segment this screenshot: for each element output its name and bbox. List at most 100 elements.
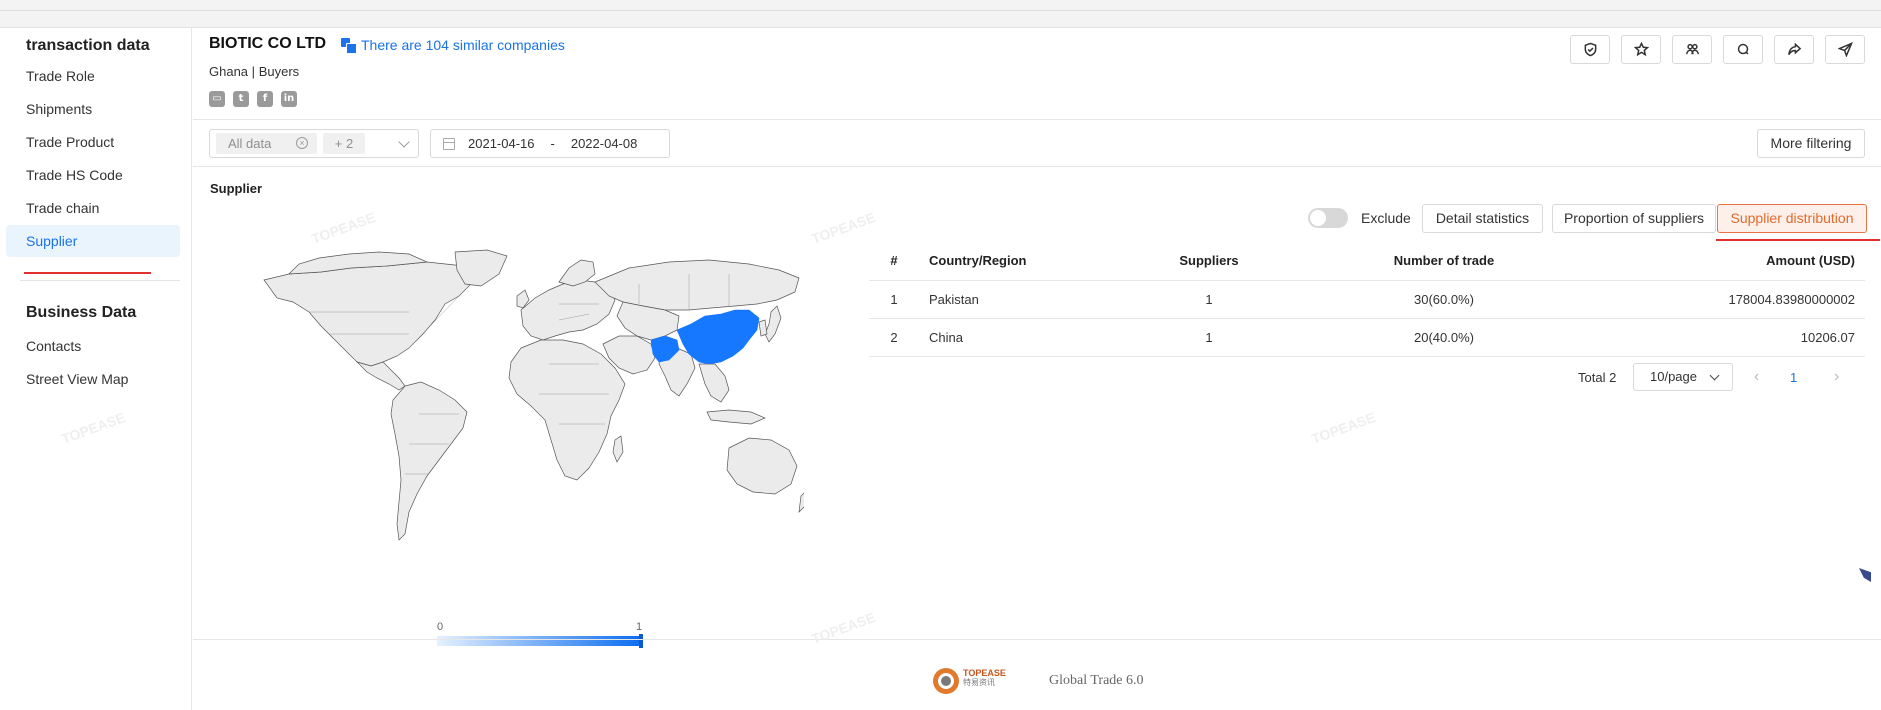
supplier-distribution-button[interactable]: Supplier distribution: [1717, 204, 1867, 233]
page-size-value: 10/page: [1650, 369, 1697, 384]
sidebar-item-contacts[interactable]: Contacts: [6, 330, 180, 362]
exclude-toggle[interactable]: [1308, 208, 1348, 228]
data-source-select[interactable]: All data × + 2: [209, 129, 419, 158]
contacts-button[interactable]: [1672, 35, 1712, 64]
close-icon[interactable]: ×: [296, 137, 308, 149]
date-start[interactable]: 2021-04-16: [468, 136, 535, 151]
sidebar-item-trade-product[interactable]: Trade Product: [6, 126, 180, 158]
sidebar-item-trade-hs-code[interactable]: Trade HS Code: [6, 159, 180, 191]
main-content: BIOTIC CO LTD There are 104 similar comp…: [193, 28, 1881, 710]
copy-icon: [341, 38, 357, 54]
legend-gradient: [437, 636, 642, 646]
cell-amount: 178004.83980000002: [1609, 280, 1865, 319]
cell-number-of-trade: 20(40.0%): [1279, 318, 1609, 357]
shield-icon: [1584, 42, 1596, 57]
chevron-down-icon: [1709, 370, 1720, 381]
share-button[interactable]: [1774, 35, 1814, 64]
pagination-total: Total 2: [1578, 370, 1617, 385]
map-region-africa: [508, 339, 626, 481]
filter-divider: [193, 166, 1881, 167]
sidebar: transaction data Trade Role Shipments Tr…: [0, 28, 192, 710]
product-version: Global Trade 6.0: [1049, 673, 1144, 688]
map-region-madagascar: [612, 435, 624, 463]
date-separator: -: [550, 136, 555, 151]
detail-statistics-button[interactable]: Detail statistics: [1422, 204, 1543, 233]
cell-suppliers: 1: [1139, 318, 1279, 357]
subinfo-separator: |: [251, 64, 256, 79]
cursor-icon: [1859, 568, 1871, 582]
active-tab-indicator: [1716, 239, 1880, 241]
star-icon: [1633, 42, 1649, 57]
share-icon: [1787, 42, 1801, 56]
facebook-icon[interactable]: f: [257, 91, 273, 107]
social-links: ▭ t f in: [209, 91, 297, 107]
date-end[interactable]: 2022-04-08: [571, 136, 638, 151]
cell-index: 1: [869, 280, 919, 319]
exclude-label: Exclude: [1361, 210, 1411, 226]
column-header-suppliers[interactable]: Suppliers: [1139, 242, 1279, 281]
company-country: Ghana: [209, 64, 249, 79]
company-role: Buyers: [258, 64, 300, 79]
cell-country: Pakistan: [919, 280, 1139, 319]
section-title: Supplier: [210, 181, 263, 196]
column-header-number-of-trade[interactable]: Number of trade: [1279, 242, 1609, 281]
topease-logo: [933, 668, 959, 694]
table-row[interactable]: 1 Pakistan 1 30(60.0%) 178004.8398000000…: [869, 280, 1865, 319]
shield-button[interactable]: [1570, 35, 1610, 64]
logo-brand: TOPEASE: [963, 668, 1006, 678]
more-filtering-button[interactable]: More filtering: [1757, 129, 1865, 158]
send-icon: [1837, 42, 1853, 57]
map-region-southeast-asia: [698, 363, 730, 403]
map-region-greenland: [454, 249, 508, 287]
sidebar-item-supplier[interactable]: Supplier: [6, 225, 180, 257]
search-button[interactable]: [1723, 35, 1763, 64]
footer-divider: [193, 639, 1881, 640]
all-data-tag[interactable]: All data ×: [216, 133, 317, 154]
map-region-new-zealand: [798, 492, 804, 513]
column-header-amount[interactable]: Amount (USD): [1609, 242, 1865, 281]
linkedin-icon[interactable]: in: [281, 91, 297, 107]
sidebar-item-shipments[interactable]: Shipments: [6, 93, 180, 125]
supplier-table: # Country/Region Suppliers Number of tra…: [869, 242, 1865, 357]
column-header-country[interactable]: Country/Region: [919, 242, 1139, 281]
proportion-of-suppliers-button[interactable]: Proportion of suppliers: [1552, 204, 1716, 233]
calendar-icon: [443, 137, 455, 150]
date-range-picker[interactable]: 2021-04-16 - 2022-04-08: [430, 129, 670, 158]
sidebar-divider: [20, 280, 180, 281]
similar-companies-text: There are 104 similar companies: [361, 37, 565, 53]
table-row[interactable]: 2 China 1 20(40.0%) 10206.07: [869, 318, 1865, 357]
map-region-europe: [520, 279, 616, 341]
cell-country: China: [919, 318, 1139, 357]
prev-page-button[interactable]: ‹: [1754, 368, 1759, 386]
sidebar-item-trade-role[interactable]: Trade Role: [6, 60, 180, 92]
world-map[interactable]: [259, 244, 804, 543]
twitter-icon[interactable]: t: [233, 91, 249, 107]
map-region-japan: [764, 305, 782, 343]
map-region-australia: [726, 437, 798, 495]
header-divider: [193, 119, 1881, 120]
more-tags-count: + 2: [323, 133, 365, 154]
sidebar-section-business-data: Business Data: [26, 304, 137, 321]
all-data-tag-label: All data: [228, 136, 272, 151]
legend-min-label: 0: [437, 621, 444, 633]
page-number-current[interactable]: 1: [1790, 370, 1797, 385]
logo-text: TOPEASE 特易资讯: [963, 668, 1006, 688]
active-indicator: [24, 272, 151, 274]
next-page-button[interactable]: ›: [1834, 368, 1839, 386]
map-region-central-america: [355, 361, 406, 391]
map-region-indonesia: [706, 409, 766, 425]
chevron-down-icon: [398, 136, 410, 148]
table-header-row: # Country/Region Suppliers Number of tra…: [869, 242, 1865, 281]
page-size-select[interactable]: 10/page: [1633, 363, 1733, 391]
id-card-icon[interactable]: ▭: [209, 91, 225, 107]
sidebar-item-street-view-map[interactable]: Street View Map: [6, 363, 180, 395]
map-region-korea: [758, 319, 768, 337]
logo-cn: 特易资讯: [963, 678, 995, 687]
favorite-button[interactable]: [1621, 35, 1661, 64]
company-name: BIOTIC CO LTD: [209, 35, 327, 52]
legend-slider-handle[interactable]: [639, 634, 643, 648]
similar-companies-link[interactable]: There are 104 similar companies: [341, 37, 565, 54]
send-button[interactable]: [1825, 35, 1865, 64]
sidebar-item-trade-chain[interactable]: Trade chain: [6, 192, 180, 224]
search-icon: [1737, 43, 1749, 55]
